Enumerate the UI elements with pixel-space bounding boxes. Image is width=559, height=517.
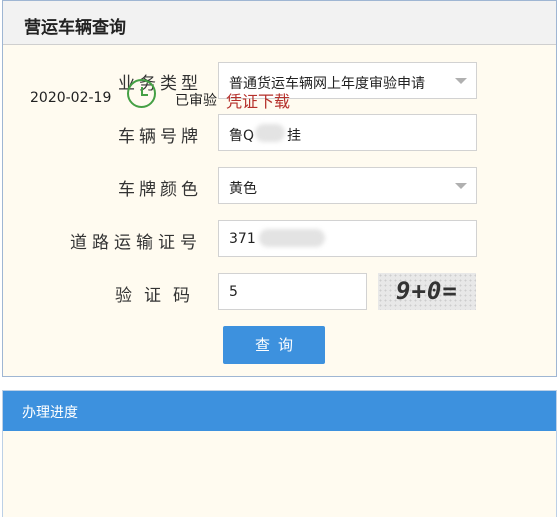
redacted-area — [255, 124, 285, 142]
captcha-code: 9+0= — [396, 277, 458, 305]
plate-number-label: 车辆号牌 — [118, 127, 202, 147]
progress-panel: 办理进度 — [2, 390, 557, 517]
plate-color-label: 车牌颜色 — [118, 180, 202, 200]
progress-date: 2020-02-19 — [30, 90, 112, 106]
plate-number-prefix: 鲁Q — [229, 128, 255, 144]
clock-icon — [127, 79, 156, 108]
captcha-label: 验证码 — [115, 286, 202, 306]
transport-cert-prefix: 371 — [229, 231, 256, 247]
redacted-area — [259, 229, 325, 247]
captcha-image[interactable]: 9+0= — [378, 273, 476, 310]
progress-title: 办理进度 — [22, 405, 78, 421]
progress-header: 办理进度 — [3, 391, 556, 431]
query-button[interactable]: 查询 — [223, 326, 325, 364]
plate-number-suffix: 挂 — [287, 128, 301, 144]
transport-cert-input[interactable]: 371 — [218, 220, 477, 257]
captcha-input[interactable]: 5 — [218, 273, 367, 310]
transport-cert-label: 道路运输证号 — [70, 233, 202, 253]
panel-title: 营运车辆查询 — [24, 18, 126, 38]
chevron-down-icon — [455, 78, 467, 84]
certificate-download-link[interactable]: 凭证下载 — [226, 88, 290, 112]
progress-status: 已审验 — [175, 93, 217, 109]
plate-color-value: 黄色 — [229, 181, 257, 197]
captcha-value: 5 — [229, 284, 238, 300]
plate-color-select[interactable]: 黄色 — [218, 167, 477, 204]
chevron-down-icon — [455, 183, 467, 189]
plate-number-input[interactable]: 鲁Q 挂 — [218, 114, 477, 151]
panel-header: 营运车辆查询 — [3, 1, 556, 45]
